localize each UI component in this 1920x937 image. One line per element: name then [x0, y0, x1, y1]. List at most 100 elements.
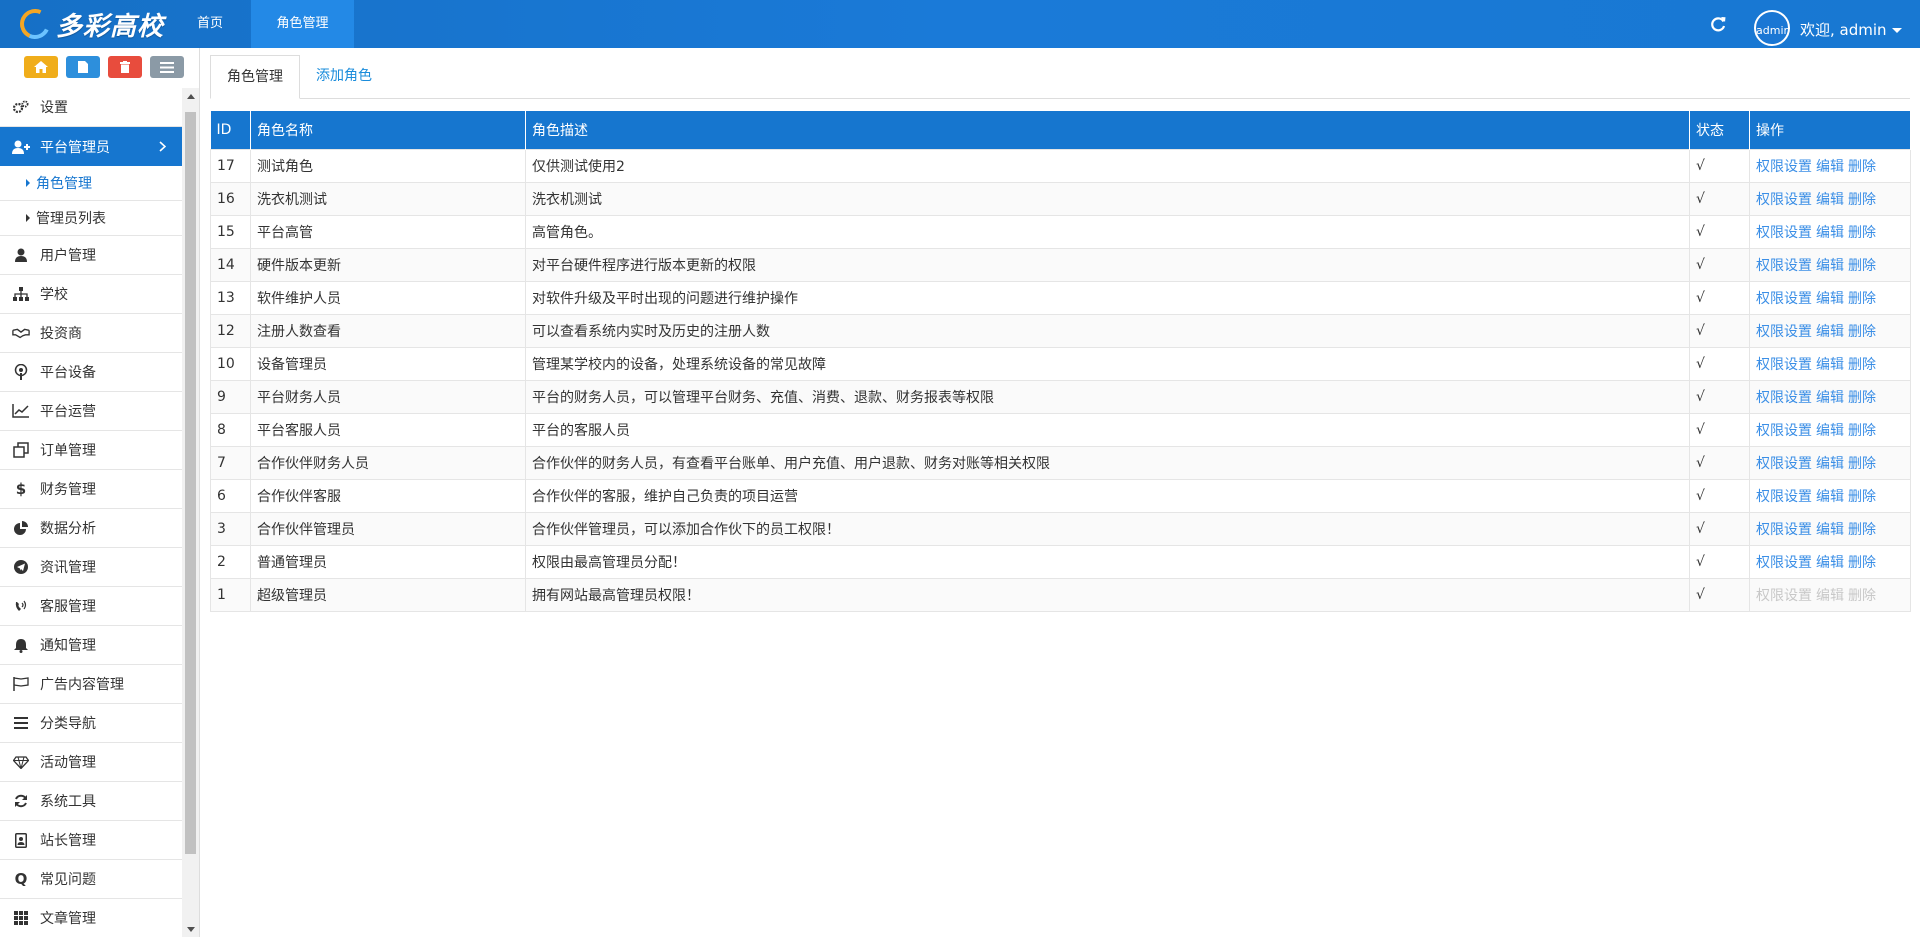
chevron-right-icon — [159, 141, 166, 152]
sidebar: 设置 平台管理员 角色管理 管理员列表 用户管理 学校 投资商 平台设备 平台运… — [0, 48, 200, 937]
sidebar-item-label: 财务管理 — [40, 482, 96, 498]
edit-link[interactable]: 编辑 — [1816, 159, 1844, 175]
edit-link[interactable]: 编辑 — [1816, 192, 1844, 208]
column-header-id: ID — [210, 111, 251, 149]
user-menu[interactable]: 欢迎, admin — [1800, 0, 1902, 60]
delete-link[interactable]: 删除 — [1848, 192, 1876, 208]
delete-link[interactable]: 删除 — [1848, 555, 1876, 571]
permission-settings-link[interactable]: 权限设置 — [1756, 456, 1812, 472]
cell-id: 14 — [210, 247, 251, 282]
delete-link[interactable]: 删除 — [1848, 423, 1876, 439]
cell-id: 17 — [210, 148, 251, 183]
sidebar-item-articles[interactable]: 文章管理 — [0, 899, 182, 937]
delete-link[interactable]: 删除 — [1848, 390, 1876, 406]
delete-link[interactable]: 删除 — [1848, 258, 1876, 274]
table-row: 3 合作伙伴管理员 合作伙伴管理员，可以添加合作伙下的员工权限！ √ 权限设置 编辑 删除 — [210, 511, 1911, 546]
tab-role-management[interactable]: 角色管理 — [210, 55, 300, 99]
permission-settings-link[interactable]: 权限设置 — [1756, 357, 1812, 373]
sidebar-item-customer-service[interactable]: 客服管理 — [0, 587, 182, 626]
delete-link[interactable]: 删除 — [1848, 324, 1876, 340]
cell-role-name: 软件维护人员 — [250, 280, 526, 315]
scroll-down-icon[interactable] — [187, 927, 195, 932]
sidebar-item-settings[interactable]: 设置 — [0, 88, 182, 127]
sidebar-item-orders[interactable]: 订单管理 — [0, 431, 182, 470]
trash-button[interactable] — [108, 56, 142, 78]
delete-link[interactable]: 删除 — [1848, 291, 1876, 307]
delete-link[interactable]: 删除 — [1848, 357, 1876, 373]
edit-link[interactable]: 编辑 — [1816, 390, 1844, 406]
sidebar-item-activities[interactable]: 活动管理 — [0, 743, 182, 782]
edit-link[interactable]: 编辑 — [1816, 357, 1844, 373]
tab-add-role[interactable]: 添加角色 — [300, 55, 388, 98]
permission-settings-link[interactable]: 权限设置 — [1756, 258, 1812, 274]
cell-role-description: 对平台硬件程序进行版本更新的权限 — [525, 247, 1690, 282]
permission-settings-link[interactable]: 权限设置 — [1756, 423, 1812, 439]
sidebar-item-ads[interactable]: 广告内容管理 — [0, 665, 182, 704]
sidebar-item-school[interactable]: 学校 — [0, 275, 182, 314]
cell-status: √ — [1689, 313, 1750, 348]
sidebar-subitem-label: 角色管理 — [36, 176, 92, 192]
sidebar-item-webmaster[interactable]: 站长管理 — [0, 821, 182, 860]
sidebar-item-system-tools[interactable]: 系统工具 — [0, 782, 182, 821]
edit-link[interactable]: 编辑 — [1816, 423, 1844, 439]
sidebar-item-label: 客服管理 — [40, 599, 96, 615]
edit-link[interactable]: 编辑 — [1816, 225, 1844, 241]
permission-settings-link[interactable]: 权限设置 — [1756, 555, 1812, 571]
sidebar-item-investor[interactable]: 投资商 — [0, 314, 182, 353]
scroll-thumb[interactable] — [185, 112, 196, 854]
permission-settings-link[interactable]: 权限设置 — [1756, 324, 1812, 340]
permission-settings-link[interactable]: 权限设置 — [1756, 192, 1812, 208]
sidebar-subitem-role-management[interactable]: 角色管理 — [0, 166, 182, 201]
sidebar-item-platform-operation[interactable]: 平台运营 — [0, 392, 182, 431]
edit-link[interactable]: 编辑 — [1816, 555, 1844, 571]
avatar[interactable]: admin — [1754, 10, 1790, 46]
cell-actions: 权限设置 编辑 删除 — [1749, 247, 1911, 282]
sidebar-scrollbar[interactable] — [182, 88, 199, 937]
refresh-icon[interactable] — [1708, 14, 1728, 34]
file-button[interactable] — [66, 56, 100, 78]
nav-role-management[interactable]: 角色管理 — [251, 0, 355, 48]
edit-link[interactable]: 编辑 — [1816, 324, 1844, 340]
sidebar-item-platform-devices[interactable]: 平台设备 — [0, 353, 182, 392]
edit-link[interactable]: 编辑 — [1816, 291, 1844, 307]
edit-link[interactable]: 编辑 — [1816, 489, 1844, 505]
logo[interactable]: 多彩高校 — [15, 4, 164, 44]
column-header-actions: 操作 — [1749, 111, 1911, 149]
edit-link[interactable]: 编辑 — [1816, 522, 1844, 538]
cell-actions: 权限设置 编辑 删除 — [1749, 181, 1911, 216]
permission-settings-link[interactable]: 权限设置 — [1756, 390, 1812, 406]
sidebar-item-platform-admin[interactable]: 平台管理员 — [0, 127, 182, 166]
delete-link[interactable]: 删除 — [1848, 159, 1876, 175]
permission-settings-link[interactable]: 权限设置 — [1756, 522, 1812, 538]
delete-link[interactable]: 删除 — [1848, 225, 1876, 241]
delete-link[interactable]: 删除 — [1848, 522, 1876, 538]
delete-link[interactable]: 删除 — [1848, 456, 1876, 472]
sidebar-item-news[interactable]: 资讯管理 — [0, 548, 182, 587]
permission-settings-link[interactable]: 权限设置 — [1756, 489, 1812, 505]
scroll-up-icon[interactable] — [187, 94, 195, 99]
sidebar-item-faq[interactable]: Q 常见问题 — [0, 860, 182, 899]
sidebar-item-finance[interactable]: $ 财务管理 — [0, 470, 182, 509]
caret-down-icon — [1891, 27, 1902, 33]
list-button[interactable] — [150, 56, 184, 78]
caret-right-icon — [26, 179, 30, 187]
sidebar-item-notifications[interactable]: 通知管理 — [0, 626, 182, 665]
edit-link[interactable]: 编辑 — [1816, 456, 1844, 472]
sidebar-item-users[interactable]: 用户管理 — [0, 236, 182, 275]
home-button[interactable] — [24, 56, 58, 78]
id-badge-icon — [12, 831, 30, 849]
permission-settings-link[interactable]: 权限设置 — [1756, 159, 1812, 175]
edit-link[interactable]: 编辑 — [1816, 258, 1844, 274]
permission-settings-link[interactable]: 权限设置 — [1756, 291, 1812, 307]
cell-actions: 权限设置 编辑 删除 — [1749, 445, 1911, 480]
cell-actions: 权限设置 编辑 删除 — [1749, 148, 1911, 183]
cell-status: √ — [1689, 247, 1750, 282]
sidebar-subitem-admin-list[interactable]: 管理员列表 — [0, 201, 182, 236]
sidebar-item-data-analysis[interactable]: 数据分析 — [0, 509, 182, 548]
permission-settings-link[interactable]: 权限设置 — [1756, 225, 1812, 241]
sidebar-item-category-nav[interactable]: 分类导航 — [0, 704, 182, 743]
table-row: 14 硬件版本更新 对平台硬件程序进行版本更新的权限 √ 权限设置 编辑 删除 — [210, 247, 1911, 282]
delete-link[interactable]: 删除 — [1848, 489, 1876, 505]
nav-home[interactable]: 首页 — [175, 0, 245, 48]
cell-status: √ — [1689, 511, 1750, 546]
